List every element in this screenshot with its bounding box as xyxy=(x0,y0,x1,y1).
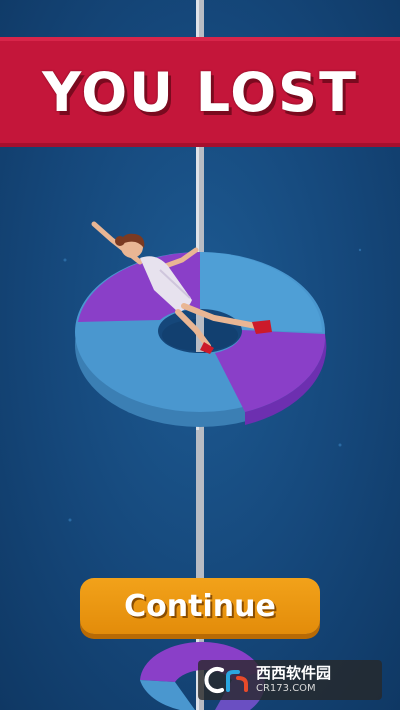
cr-logo-icon xyxy=(204,667,248,693)
result-title: YOU LOST xyxy=(42,60,358,124)
watermark: 西西软件园 CR173.COM xyxy=(198,660,382,700)
watermark-text: 西西软件园 CR173.COM xyxy=(256,666,331,694)
pole-lower xyxy=(196,430,204,580)
continue-button-label: Continue xyxy=(124,588,276,624)
continue-button[interactable]: Continue xyxy=(80,578,320,634)
result-banner: YOU LOST xyxy=(0,37,400,147)
watermark-site-url: CR173.COM xyxy=(256,683,316,694)
game-screen: YOU LOST Continue 西西软件园 CR173.COM xyxy=(0,0,400,710)
watermark-site-name: 西西软件园 xyxy=(256,664,332,682)
